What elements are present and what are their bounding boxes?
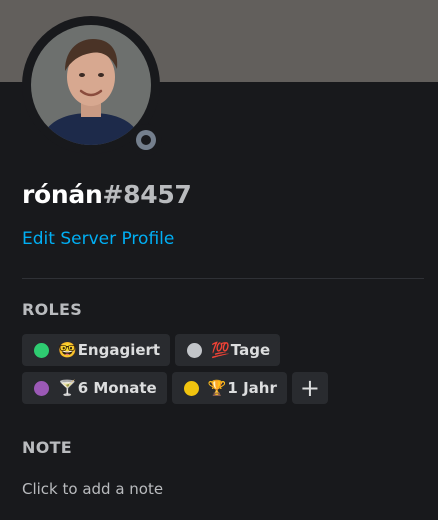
avatar[interactable]: [31, 25, 151, 145]
roles-heading: ROLES: [22, 300, 83, 319]
role-color-dot: [183, 380, 199, 396]
role-name: 6 Monate: [77, 379, 157, 397]
status-indicator: [130, 124, 162, 156]
add-role-button[interactable]: +: [291, 372, 328, 404]
role-name: 1 Jahr: [227, 379, 277, 397]
roles-list: 🤓 Engagiert 💯 Tage 🍸 6 Monate 🏆 1 Jahr +: [22, 334, 402, 410]
plus-icon: +: [299, 374, 320, 402]
role-name: Engagiert: [77, 341, 161, 359]
note-heading: NOTE: [22, 438, 73, 457]
roles-row: 🍸 6 Monate 🏆 1 Jahr +: [22, 372, 402, 404]
role-6-monate[interactable]: 🍸 6 Monate: [22, 372, 167, 404]
note-input[interactable]: Click to add a note: [22, 480, 163, 498]
display-name: rónán: [22, 180, 103, 209]
role-tage[interactable]: 💯 Tage: [175, 334, 281, 366]
role-name: Tage: [230, 341, 271, 359]
roles-row: 🤓 Engagiert 💯 Tage: [22, 334, 402, 366]
role-color-dot: [187, 342, 203, 358]
trophy-icon: 🏆: [207, 378, 227, 397]
hundred-points-icon: 💯: [211, 340, 230, 359]
cocktail-icon: 🍸: [58, 378, 77, 397]
username[interactable]: rónán#8457: [22, 180, 192, 209]
avatar-container: [22, 16, 162, 156]
offline-status-icon: [136, 130, 156, 150]
edit-server-profile-link[interactable]: Edit Server Profile: [22, 229, 174, 249]
discriminator: #8457: [102, 180, 192, 209]
divider: [22, 278, 424, 279]
nerd-face-icon: 🤓: [58, 340, 77, 359]
role-engagiert[interactable]: 🤓 Engagiert: [22, 334, 171, 366]
avatar-image: [31, 25, 151, 145]
role-1-jahr[interactable]: 🏆 1 Jahr: [171, 372, 287, 404]
role-color-dot: [34, 380, 49, 396]
role-color-dot: [34, 342, 49, 358]
